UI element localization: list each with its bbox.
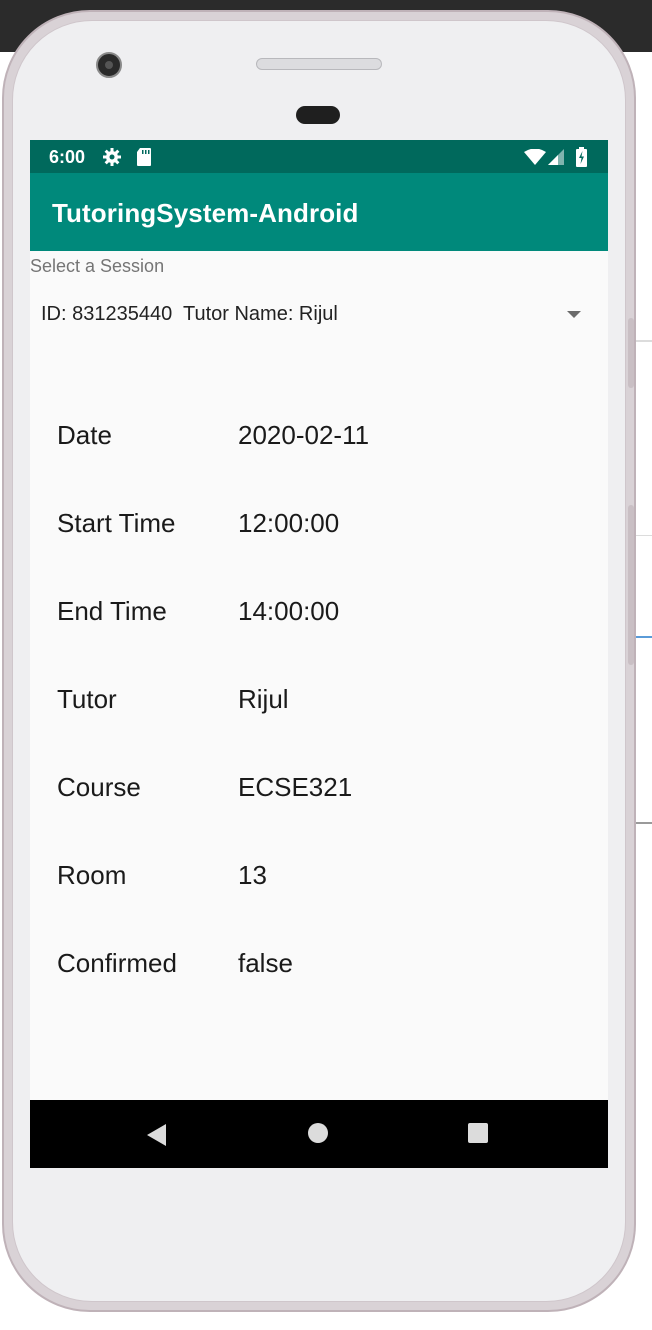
detail-row-course: Course ECSE321 (30, 772, 608, 812)
phone-screen: 6:00 TutoringSystem-Android Select a Ses… (30, 140, 608, 1168)
volume-button[interactable] (628, 505, 634, 665)
gear-icon (102, 147, 122, 172)
dropdown-arrow-icon[interactable] (567, 311, 581, 318)
detail-value: 12:00:00 (238, 508, 340, 538)
detail-value: Rijul (238, 684, 289, 714)
detail-row-room: Room 13 (30, 860, 608, 900)
detail-value: 14:00:00 (238, 596, 340, 626)
front-camera (96, 52, 122, 78)
detail-row-start-time: Start Time 12:00:00 (30, 508, 608, 548)
session-spinner[interactable]: ID: 831235440 Tutor Name: Rijul (30, 288, 608, 342)
battery-charging-icon (576, 147, 587, 172)
navigation-bar (30, 1100, 608, 1168)
session-select-label: Select a Session (30, 256, 165, 276)
desktop-divider (636, 822, 652, 824)
app-bar: TutoringSystem-Android (30, 173, 608, 251)
home-icon[interactable] (308, 1123, 328, 1143)
status-bar: 6:00 (30, 140, 608, 173)
detail-label: Confirmed (57, 948, 177, 978)
desktop-divider (636, 535, 652, 536)
detail-row-confirmed: Confirmed false (30, 948, 608, 988)
detail-value: 13 (238, 860, 267, 890)
detail-label: Tutor (57, 684, 117, 714)
detail-row-date: Date 2020-02-11 (30, 420, 608, 460)
proximity-sensor (296, 106, 340, 124)
desktop-divider (636, 636, 652, 638)
detail-label: Date (57, 420, 112, 450)
desktop-divider (636, 340, 652, 342)
detail-label: Course (57, 772, 141, 802)
back-icon[interactable] (147, 1124, 166, 1146)
detail-value: 2020-02-11 (238, 420, 370, 450)
detail-value: false (238, 948, 293, 978)
detail-value: ECSE321 (238, 772, 353, 802)
detail-label: Start Time (57, 508, 176, 538)
sd-card-icon (136, 147, 152, 172)
status-time: 6:00 (49, 147, 86, 167)
signal-icon (548, 149, 564, 170)
earpiece-speaker (256, 58, 382, 70)
recents-icon[interactable] (468, 1123, 488, 1143)
detail-label: Room (57, 860, 127, 890)
session-spinner-value: ID: 831235440 Tutor Name: Rijul (41, 303, 338, 325)
detail-label: End Time (57, 596, 167, 626)
app-title: TutoringSystem-Android (52, 198, 359, 228)
wifi-icon (524, 148, 546, 170)
detail-row-end-time: End Time 14:00:00 (30, 596, 608, 636)
power-button[interactable] (628, 318, 634, 388)
detail-row-tutor: Tutor Rijul (30, 684, 608, 724)
